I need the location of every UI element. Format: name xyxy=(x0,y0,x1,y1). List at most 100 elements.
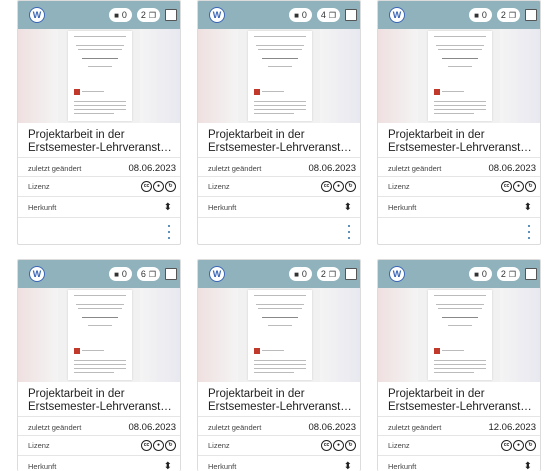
select-checkbox[interactable] xyxy=(165,9,177,21)
cc-icon: cc xyxy=(141,439,152,451)
document-preview[interactable]: W ■ 0 2 ❐ xyxy=(18,1,180,123)
card-title[interactable]: Projektarbeit in der Erstsemester-Lehrve… xyxy=(208,129,356,155)
license-row: Lizenz cc ● ↻ xyxy=(208,438,356,452)
document-page-thumbnail xyxy=(248,290,312,380)
person-icon[interactable]: ⬍ xyxy=(344,202,352,213)
more-vertical-icon[interactable] xyxy=(526,225,532,239)
by-icon: ● xyxy=(333,180,344,192)
card-title[interactable]: Projektarbeit in der Erstsemester-Lehrve… xyxy=(388,388,536,414)
card-title[interactable]: Projektarbeit in der Erstsemester-Lehrve… xyxy=(28,388,176,414)
more-vertical-icon[interactable] xyxy=(346,225,352,239)
copies-badge[interactable]: 4 ❐ xyxy=(317,8,340,22)
copies-badge[interactable]: 2 ❐ xyxy=(137,8,160,22)
by-icon: ● xyxy=(153,439,164,451)
material-card[interactable]: W ■ 0 2 ❐ Projektarbeit in der Erstsemes… xyxy=(197,259,361,471)
creative-commons-icon[interactable]: cc ● ↻ xyxy=(501,180,536,192)
modified-row: zuletzt geändert 08.06.2023 xyxy=(28,421,176,433)
creative-commons-icon[interactable]: cc ● ↻ xyxy=(141,439,176,451)
modified-row: zuletzt geändert 12.06.2023 xyxy=(388,421,536,433)
comments-badge[interactable]: ■ 0 xyxy=(469,8,492,22)
by-icon: ● xyxy=(513,439,524,451)
select-checkbox[interactable] xyxy=(165,268,177,280)
comments-badge[interactable]: ■ 0 xyxy=(289,267,312,281)
copy-icon: ❐ xyxy=(148,269,157,279)
card-title[interactable]: Projektarbeit in der Erstsemester-Lehrve… xyxy=(388,129,536,155)
creative-commons-icon[interactable]: cc ● ↻ xyxy=(501,439,536,451)
comment-icon: ■ xyxy=(294,10,299,20)
copies-badge[interactable]: 2 ❐ xyxy=(317,267,340,281)
material-card[interactable]: W ■ 0 2 ❐ Projektarbeit in der Erstsemes… xyxy=(377,0,541,245)
comments-badge[interactable]: ■ 0 xyxy=(109,8,132,22)
comments-badge[interactable]: ■ 0 xyxy=(289,8,312,22)
license-row: Lizenz cc ● ↻ xyxy=(388,438,536,452)
comments-badge[interactable]: ■ 0 xyxy=(109,267,132,281)
creative-commons-icon[interactable]: cc ● ↻ xyxy=(141,180,176,192)
creative-commons-icon[interactable]: cc ● ↻ xyxy=(321,439,356,451)
cc-icon: cc xyxy=(501,439,512,451)
origin-row: Herkunft ⬍ xyxy=(388,201,532,213)
license-row: Lizenz cc ● ↻ xyxy=(28,438,176,452)
material-card[interactable]: W ■ 0 2 ❐ Projektarbeit in der Erstsemes… xyxy=(377,259,541,471)
cc-icon: cc xyxy=(321,180,332,192)
person-icon[interactable]: ⬍ xyxy=(344,461,352,471)
copies-badge[interactable]: 2 ❐ xyxy=(497,267,520,281)
select-checkbox[interactable] xyxy=(345,9,357,21)
document-preview[interactable]: W ■ 0 2 ❐ xyxy=(378,1,540,123)
modified-date: 08.06.2023 xyxy=(488,162,536,174)
word-document-icon: W xyxy=(209,266,225,282)
select-checkbox[interactable] xyxy=(525,9,537,21)
select-checkbox[interactable] xyxy=(345,268,357,280)
word-document-icon: W xyxy=(29,7,45,23)
material-card[interactable]: W ■ 0 4 ❐ Projektarbeit in der Erstsemes… xyxy=(197,0,361,245)
document-preview[interactable]: W ■ 0 2 ❐ xyxy=(198,260,360,382)
person-icon[interactable]: ⬍ xyxy=(524,202,532,213)
sa-icon: ↻ xyxy=(165,439,176,451)
comment-icon: ■ xyxy=(294,269,299,279)
copies-badge[interactable]: 2 ❐ xyxy=(497,8,520,22)
comment-icon: ■ xyxy=(114,269,119,279)
person-icon[interactable]: ⬍ xyxy=(164,202,172,213)
card-title[interactable]: Projektarbeit in der Erstsemester-Lehrve… xyxy=(208,388,356,414)
sa-icon: ↻ xyxy=(525,180,536,192)
license-row: Lizenz cc ● ↻ xyxy=(388,179,536,193)
license-row: Lizenz cc ● ↻ xyxy=(28,179,176,193)
copy-icon: ❐ xyxy=(508,269,517,279)
document-page-thumbnail xyxy=(428,290,492,380)
copies-badge[interactable]: 6 ❐ xyxy=(137,267,160,281)
creative-commons-icon[interactable]: cc ● ↻ xyxy=(321,180,356,192)
more-vertical-icon[interactable] xyxy=(166,225,172,239)
modified-row: zuletzt geändert 08.06.2023 xyxy=(28,162,176,174)
copy-icon: ❐ xyxy=(148,10,157,20)
modified-date: 08.06.2023 xyxy=(308,421,356,433)
document-preview[interactable]: W ■ 0 4 ❐ xyxy=(198,1,360,123)
sa-icon: ↻ xyxy=(345,180,356,192)
cc-icon: cc xyxy=(501,180,512,192)
document-preview[interactable]: W ■ 0 2 ❐ xyxy=(378,260,540,382)
document-preview[interactable]: W ■ 0 6 ❐ xyxy=(18,260,180,382)
document-page-thumbnail xyxy=(68,290,132,380)
modified-date: 08.06.2023 xyxy=(128,162,176,174)
origin-row: Herkunft ⬍ xyxy=(28,460,172,471)
sa-icon: ↻ xyxy=(525,439,536,451)
person-icon[interactable]: ⬍ xyxy=(164,461,172,471)
material-card[interactable]: W ■ 0 6 ❐ Projektarbeit in der Erstsemes… xyxy=(17,259,181,471)
modified-row: zuletzt geändert 08.06.2023 xyxy=(388,162,536,174)
cc-icon: cc xyxy=(321,439,332,451)
comments-badge[interactable]: ■ 0 xyxy=(469,267,492,281)
origin-row: Herkunft ⬍ xyxy=(208,460,352,471)
copy-icon: ❐ xyxy=(508,10,517,20)
document-page-thumbnail xyxy=(248,31,312,121)
comment-icon: ■ xyxy=(114,10,119,20)
material-card[interactable]: W ■ 0 2 ❐ Projektarbeit in der Erstsemes… xyxy=(17,0,181,245)
sa-icon: ↻ xyxy=(345,439,356,451)
person-icon[interactable]: ⬍ xyxy=(524,461,532,471)
by-icon: ● xyxy=(153,180,164,192)
modified-row: zuletzt geändert 08.06.2023 xyxy=(208,421,356,433)
comment-icon: ■ xyxy=(474,10,479,20)
origin-row: Herkunft ⬍ xyxy=(208,201,352,213)
sa-icon: ↻ xyxy=(165,180,176,192)
comment-icon: ■ xyxy=(474,269,479,279)
select-checkbox[interactable] xyxy=(525,268,537,280)
word-document-icon: W xyxy=(389,7,405,23)
card-title[interactable]: Projektarbeit in der Erstsemester-Lehrve… xyxy=(28,129,176,155)
